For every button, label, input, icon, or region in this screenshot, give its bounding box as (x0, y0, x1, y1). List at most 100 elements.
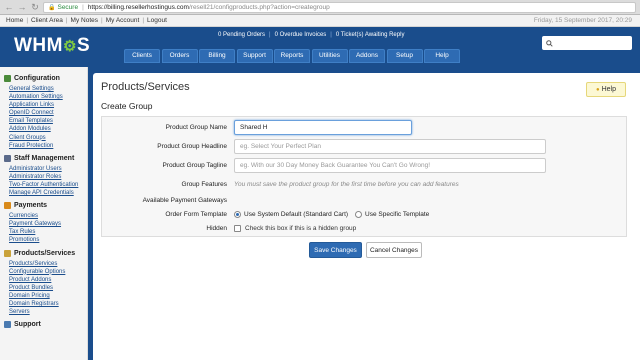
sidebar-heading: Products/Services (4, 249, 87, 257)
address-bar[interactable]: 🔒 Secure | https://billing.resellerhosti… (43, 1, 636, 13)
toplink-my-notes[interactable]: My Notes (71, 17, 98, 24)
sidebar-item-two-factor-authentication[interactable]: Two-Factor Authentication (9, 181, 87, 189)
main-navigation: Clients Orders Billing Support Reports U… (124, 49, 462, 63)
hidden-label: Hidden (206, 225, 227, 232)
toplink-home[interactable]: Home (6, 17, 23, 24)
radio-selected-icon[interactable] (234, 211, 241, 218)
nav-utilities[interactable]: Utilities (311, 49, 348, 63)
form-row-template: Order Form Template Use System Default (… (102, 211, 626, 218)
forward-arrow-icon[interactable]: → (17, 2, 27, 13)
nav-clients[interactable]: Clients (124, 49, 160, 63)
top-links-bar: Home | Client Area | My Notes | My Account |… (0, 15, 640, 27)
form-row-group-name: Product Group Name Shared H (102, 120, 626, 135)
toplink-logout[interactable]: Logout (147, 17, 167, 24)
nav-support[interactable]: Support (236, 49, 273, 63)
sidebar-item-administrator-roles[interactable]: Administrator Roles (9, 173, 87, 181)
gateways-label: Available Payment Gateways (142, 197, 227, 204)
sidebar-item-domain-pricing[interactable]: Domain Pricing (9, 292, 87, 300)
radio-icon[interactable] (355, 211, 363, 218)
pending-orders-link[interactable]: 0 Pending Orders (218, 32, 265, 38)
sidebar-item-domain-registrars[interactable]: Domain Registrars (9, 300, 87, 308)
sidebar-item-manage-api-credentials[interactable]: Manage API Credentials (9, 189, 87, 197)
sidebar-item-application-links[interactable]: Application Links (9, 101, 87, 109)
sidebar-item-administrator-users[interactable]: Administrator Users (9, 165, 87, 173)
lightbulb-icon: ● (595, 86, 600, 93)
template-option-specific[interactable]: Use Specific Template (355, 211, 429, 218)
support-icon (4, 321, 11, 329)
sidebar-section-support: Support (4, 321, 87, 329)
group-name-label: Product Group Name (165, 124, 227, 131)
toplink-separator: | (101, 17, 103, 24)
toplink-separator: | (26, 17, 29, 24)
nav-addons[interactable]: Addons (349, 49, 385, 63)
template-label: Order Form Template (165, 211, 227, 218)
help-button[interactable]: ● Help (586, 82, 626, 97)
sidebar-item-promotions[interactable]: Promotions (9, 236, 87, 244)
form-row-tagline: Product Group Tagline eg. With our 30 Da… (102, 158, 626, 173)
nav-reports[interactable]: Reports (274, 49, 310, 63)
tagline-input[interactable]: eg. With our 30 Day Money Back Guarantee… (234, 158, 546, 173)
cancel-changes-button[interactable]: Cancel Changes (366, 242, 422, 258)
sidebar-section-products-services: Products/Services Products/Services Conf… (4, 249, 87, 317)
notifications-bar: 0 Pending Orders | 0 Overdue Invoices | 0 … (218, 32, 408, 38)
form-actions: Save Changes Cancel Changes (309, 242, 422, 258)
back-arrow-icon[interactable]: ← (4, 2, 14, 13)
search-input[interactable] (542, 36, 632, 50)
main-content: Products/Services ● Help Create Group Pro… (93, 73, 640, 360)
template-option-default[interactable]: Use System Default (Standard Cart) (234, 211, 348, 218)
whmcs-logo[interactable]: WHM⚙S (14, 35, 90, 57)
nav-setup[interactable]: Setup (386, 49, 423, 63)
sidebar-item-openid-connect[interactable]: OpenID Connect (9, 109, 87, 117)
template-option-specific-label: Use Specific Template (365, 211, 430, 218)
sidebar-item-general-settings[interactable]: General Settings (9, 85, 87, 93)
features-note: You must save the product group for the … (234, 181, 459, 188)
sidebar-item-client-groups[interactable]: Client Groups (9, 134, 87, 142)
overdue-invoices-link[interactable]: 0 Overdue Invoices (275, 32, 327, 38)
browser-toolbar: ← → ↻ 🔒 Secure | https://billing.reselle… (0, 0, 640, 15)
nav-orders[interactable]: Orders (161, 49, 198, 63)
sidebar-item-products-services[interactable]: Products/Services (9, 260, 87, 268)
notify-separator: | (269, 32, 271, 38)
headline-label: Product Group Headline (157, 143, 227, 150)
sidebar-item-configurable-options[interactable]: Configurable Options (9, 268, 87, 276)
nav-billing[interactable]: Billing (199, 49, 235, 63)
reload-icon[interactable]: ↻ (30, 2, 40, 13)
sidebar-item-currencies[interactable]: Currencies (9, 212, 87, 220)
sidebar-section-configuration: Configuration General Settings Automatio… (4, 75, 87, 150)
address-separator: | (82, 3, 84, 11)
hidden-checkbox[interactable] (234, 225, 241, 232)
headline-input[interactable]: eg. Select Your Perfect Plan (234, 139, 546, 154)
toplink-my-account[interactable]: My Account (106, 17, 140, 24)
sidebar-heading: Staff Management (4, 154, 87, 162)
tickets-awaiting-link[interactable]: 0 Ticket(s) Awaiting Reply (336, 32, 405, 38)
sidebar-item-servers[interactable]: Servers (9, 308, 87, 316)
sidebar-section-payments: Payments Currencies Payment Gateways Tax… (4, 202, 87, 244)
sidebar-item-email-templates[interactable]: Email Templates (9, 117, 87, 125)
admin-header: WHM⚙S 0 Pending Orders | 0 Overdue Invoic… (0, 27, 640, 67)
save-changes-button[interactable]: Save Changes (309, 242, 362, 258)
sidebar-heading: Support (4, 321, 87, 329)
sidebar-heading-label: Staff Management (14, 154, 75, 162)
nav-help[interactable]: Help (424, 49, 460, 63)
page-title: Products/Services (101, 81, 190, 93)
toplink-separator: | (65, 17, 68, 24)
url-path: /resell21/configproducts.php?action=crea… (188, 3, 330, 11)
sidebar-heading-label: Support (14, 321, 41, 329)
toplink-client-area[interactable]: Client Area (31, 17, 63, 24)
group-name-input[interactable]: Shared H (234, 120, 412, 135)
url-host: https://billing.resellerhostingus.com (87, 3, 189, 11)
sidebar-heading: Configuration (4, 75, 87, 82)
staff-icon (4, 154, 11, 162)
payments-icon (4, 202, 11, 210)
sidebar-item-automation-settings[interactable]: Automation Settings (9, 93, 87, 101)
sidebar-item-tax-rules[interactable]: Tax Rules (9, 228, 87, 236)
sidebar-item-product-addons[interactable]: Product Addons (9, 276, 87, 284)
sidebar-item-fraud-protection[interactable]: Fraud Protection (9, 142, 87, 150)
help-button-label: Help (601, 86, 617, 93)
sidebar-item-payment-gateways[interactable]: Payment Gateways (9, 220, 87, 228)
sidebar: Configuration General Settings Automatio… (0, 67, 88, 360)
sidebar-heading-label: Products/Services (14, 249, 76, 257)
form-row-headline: Product Group Headline eg. Select Your P… (102, 139, 626, 154)
sidebar-item-addon-modules[interactable]: Addon Modules (9, 125, 87, 133)
sidebar-item-product-bundles[interactable]: Product Bundles (9, 284, 87, 292)
